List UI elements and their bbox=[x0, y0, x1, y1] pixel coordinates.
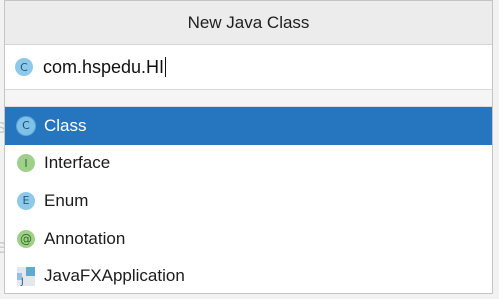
text-caret bbox=[165, 57, 167, 77]
kind-item-javafx-application[interactable]: J JavaFXApplication bbox=[5, 257, 492, 295]
kind-label: Interface bbox=[44, 153, 111, 173]
list-separator bbox=[5, 90, 492, 107]
class-kind-list: C Class I Interface E Enum @ Annotation … bbox=[5, 107, 492, 295]
class-icon: C bbox=[15, 58, 33, 76]
new-java-class-dialog: New Java Class C com.hspedu.HI C Class I… bbox=[4, 0, 493, 294]
class-name-row[interactable]: C com.hspedu.HI bbox=[5, 45, 492, 90]
kind-label: Enum bbox=[44, 190, 89, 210]
javafx-icon-square bbox=[26, 266, 35, 276]
dialog-title: New Java Class bbox=[187, 12, 310, 32]
annotation-icon: @ bbox=[17, 229, 35, 248]
enum-icon: E bbox=[17, 191, 35, 210]
kind-item-annotation[interactable]: @ Annotation bbox=[5, 220, 492, 258]
dialog-title-bar[interactable]: New Java Class bbox=[5, 1, 492, 45]
kind-item-class[interactable]: C Class bbox=[5, 107, 492, 145]
javafx-application-icon: J bbox=[17, 266, 35, 287]
kind-label: Annotation bbox=[44, 228, 126, 248]
class-name-value: com.hspedu.HI bbox=[43, 56, 165, 77]
javafx-icon-letter: J bbox=[21, 276, 24, 287]
kind-item-interface[interactable]: I Interface bbox=[5, 145, 492, 183]
interface-icon: I bbox=[17, 154, 35, 173]
class-icon: C bbox=[17, 116, 35, 135]
class-name-input[interactable]: com.hspedu.HI bbox=[43, 56, 167, 78]
kind-label: JavaFXApplication bbox=[44, 266, 185, 286]
page: s e New Java Class C com.hspedu.HI C Cla… bbox=[0, 0, 499, 299]
kind-item-enum[interactable]: E Enum bbox=[5, 182, 492, 220]
kind-label: Class bbox=[44, 115, 87, 135]
